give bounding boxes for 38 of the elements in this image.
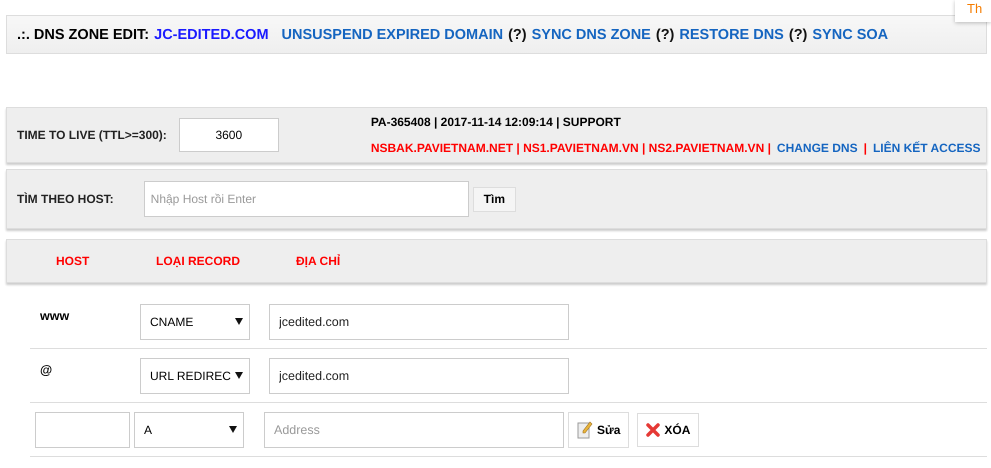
domain-link[interactable]: JC-EDITED.COM xyxy=(154,26,269,42)
header-link[interactable]: RESTORE DNS xyxy=(679,26,784,42)
help-link[interactable]: (?) xyxy=(788,26,808,42)
header-link[interactable]: LIÊN KẾT ACCESS xyxy=(872,141,981,155)
ttl-label: TIME TO LIVE (TTL>=300): xyxy=(17,128,167,142)
column-header: LOẠI RECORD xyxy=(156,254,241,268)
host-field[interactable] xyxy=(35,412,130,448)
ttl-field[interactable]: 3600 xyxy=(178,118,279,152)
column-header: HOST xyxy=(56,254,90,268)
nameservers: NSBAK.PAVIETNAM.NET | NS1.PAVIETNAM.VN | NS2.PAVIETNAM.VN | xyxy=(370,141,771,155)
dropdown-caret-icon xyxy=(235,372,243,379)
host-name: @ xyxy=(39,363,54,377)
account-info: PA-365408 | 2017-11-14 12:09:14 | SUPPORT xyxy=(370,115,622,129)
type-select[interactable]: URL REDIREC xyxy=(140,358,250,394)
page-title: .:. DNS ZONE EDIT: xyxy=(17,26,150,42)
dropdown-caret-icon xyxy=(229,426,237,433)
dropdown-caret-icon xyxy=(235,318,243,325)
help-link[interactable]: (?) xyxy=(508,26,527,42)
host-name: www xyxy=(39,309,70,323)
search-field[interactable]: Nhập Host rồi Enter xyxy=(144,181,469,217)
type-select[interactable]: CNAME xyxy=(140,304,250,340)
type-select[interactable]: A xyxy=(134,412,244,448)
header-link[interactable]: SYNC SOA xyxy=(812,26,888,42)
header-link[interactable]: UNSUSPEND EXPIRED DOMAIN xyxy=(282,26,504,42)
search-button[interactable]: Tìm xyxy=(472,186,516,212)
header-link[interactable]: CHANGE DNS xyxy=(776,141,858,155)
separator: | xyxy=(864,141,867,155)
edit-button[interactable]: Sửa xyxy=(568,412,630,448)
search-label: TÌM THEO HOST: xyxy=(17,192,114,206)
address-field[interactable]: jcedited.com xyxy=(269,358,569,394)
column-header: ĐỊA CHỈ xyxy=(296,254,340,268)
help-link[interactable]: (?) xyxy=(656,26,674,42)
address-field[interactable]: Address xyxy=(264,412,564,448)
delete-button[interactable]: XÓA xyxy=(637,412,700,446)
header-link[interactable]: SYNC DNS ZONE xyxy=(532,26,651,42)
address-field[interactable]: jcedited.com xyxy=(269,304,569,340)
notepad-pencil-icon xyxy=(577,420,593,438)
close-icon xyxy=(646,422,660,436)
